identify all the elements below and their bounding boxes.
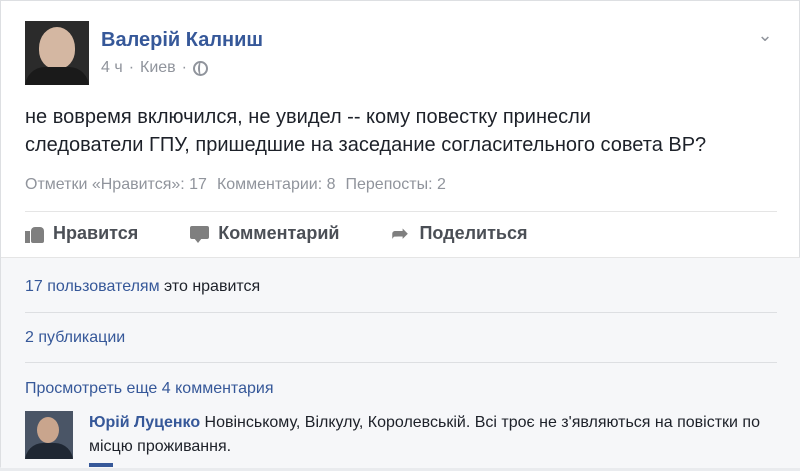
post-header: Валерій Калниш 4 ч · Киев · ⌄ [25, 21, 777, 85]
like-label: Нравится [53, 223, 139, 243]
comments-count[interactable]: Комментарии: 8 [217, 176, 336, 194]
like-icon [25, 225, 45, 243]
avatar-head [39, 27, 75, 69]
post-text-line: не вовремя включился, не увидел -- кому … [25, 106, 591, 128]
share-button[interactable]: ➦ Поделиться [391, 223, 527, 244]
chevron-down-icon[interactable]: ⌄ [755, 25, 775, 45]
comment-item: Юрій Луценко Новінському, Вілкулу, Корол… [25, 411, 785, 471]
divider [25, 211, 777, 212]
share-icon: ➦ [391, 222, 409, 245]
likers-link[interactable]: 17 пользователям [25, 278, 160, 295]
post-card: Валерій Калниш 4 ч · Киев · ⌄ не вовремя… [0, 0, 800, 468]
comment-label: Комментарий [218, 223, 340, 243]
shares-count[interactable]: Перепосты: 2 [346, 176, 446, 194]
next-comment-fragment [89, 463, 113, 467]
divider [25, 312, 777, 313]
globe-icon[interactable] [193, 60, 208, 76]
likers-suffix: это нравится [159, 278, 261, 295]
share-label: Поделиться [419, 223, 528, 243]
publications-link[interactable]: 2 публикации [25, 329, 125, 346]
meta-separator: · [128, 59, 135, 76]
comment-button[interactable]: Комментарий [190, 223, 339, 244]
action-bar: Нравится Комментарий ➦ Поделиться [25, 223, 527, 244]
likes-count[interactable]: Отметки «Нравится»: 17 [25, 176, 207, 194]
avatar-body [25, 67, 89, 85]
publications-row: 2 публикации [25, 329, 125, 347]
post-text-line: следователи ГПУ, пришедшие на заседание … [25, 134, 707, 156]
meta-separator: · [181, 59, 187, 76]
author-name[interactable]: Валерій Калниш [101, 29, 263, 52]
post-meta: 4 ч · Киев · [101, 59, 208, 77]
commenter-avatar-head [37, 417, 59, 443]
commenter-avatar[interactable] [25, 411, 73, 459]
post-stats: Отметки «Нравится»: 17 Комментарии: 8 Пе… [25, 176, 446, 194]
post-text: не вовремя включился, не увидел -- кому … [25, 103, 785, 159]
author-avatar[interactable] [25, 21, 89, 85]
like-button[interactable]: Нравится [25, 223, 138, 244]
divider [25, 362, 777, 363]
commenter-avatar-body [25, 443, 73, 459]
post-location[interactable]: Киев [140, 59, 176, 77]
commenter-name[interactable]: Юрій Луценко [89, 414, 200, 431]
likers-row: 17 пользователям это нравится [25, 278, 260, 296]
view-more-row: Просмотреть еще 4 комментария [25, 380, 273, 398]
view-more-comments-link[interactable]: Просмотреть еще 4 комментария [25, 380, 273, 397]
comment-icon [190, 225, 210, 243]
comment-text: Юрій Луценко Новінському, Вілкулу, Корол… [89, 411, 779, 459]
post-time[interactable]: 4 ч [101, 59, 123, 77]
